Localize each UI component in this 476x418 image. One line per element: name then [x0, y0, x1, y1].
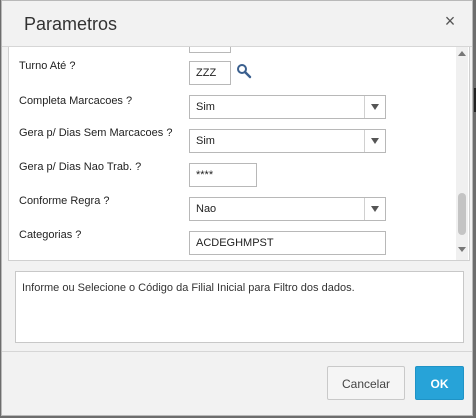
chevron-down-icon[interactable]: [364, 130, 385, 152]
turno-ate-input[interactable]: ZZZ: [189, 61, 231, 85]
field-label-turno-ate: Turno Até ?: [19, 60, 76, 72]
parameters-dialog: Parametros × Turno Até ? ZZZ Completa Ma…: [1, 0, 473, 416]
dias-sem-marcacoes-select[interactable]: Sim: [189, 129, 386, 153]
chevron-down-icon[interactable]: [364, 96, 385, 118]
chevron-down-icon[interactable]: [364, 198, 385, 220]
scroll-down-icon[interactable]: [458, 246, 466, 254]
vertical-scrollbar[interactable]: [456, 47, 468, 260]
close-icon[interactable]: ×: [440, 11, 460, 31]
parameters-panel: Turno Até ? ZZZ Completa Marcacoes ? Sim…: [8, 47, 470, 261]
dialog-footer: Cancelar OK: [2, 351, 472, 415]
field-label-categorias: Categorias ?: [19, 229, 82, 241]
categorias-input[interactable]: ACDEGHMPST: [189, 231, 386, 255]
scroll-thumb[interactable]: [458, 193, 466, 235]
dias-nao-trab-input[interactable]: ****: [189, 163, 257, 187]
field-label-dias-sem-marcacoes: Gera p/ Dias Sem Marcacoes ?: [19, 127, 173, 139]
conforme-regra-select[interactable]: Nao: [189, 197, 386, 221]
completa-marcacoes-select[interactable]: Sim: [189, 95, 386, 119]
field-label-conforme-regra: Conforme Regra ?: [19, 195, 110, 207]
field-label-dias-nao-trab: Gera p/ Dias Nao Trab. ?: [19, 161, 142, 173]
dialog-title: Parametros: [24, 14, 118, 34]
help-text-box: Informe ou Selecione o Código da Filial …: [15, 271, 464, 343]
cancel-button[interactable]: Cancelar: [327, 366, 405, 400]
previous-field[interactable]: [189, 47, 231, 53]
dias-sem-marcacoes-value: Sim: [196, 135, 215, 147]
dialog-header: Parametros ×: [2, 1, 472, 47]
field-label-completa-marcacoes: Completa Marcacoes ?: [19, 95, 133, 107]
conforme-regra-value: Nao: [196, 203, 217, 215]
ok-button[interactable]: OK: [415, 366, 464, 400]
search-icon[interactable]: [236, 63, 252, 79]
scroll-up-icon[interactable]: [458, 49, 466, 57]
completa-marcacoes-value: Sim: [196, 101, 215, 113]
